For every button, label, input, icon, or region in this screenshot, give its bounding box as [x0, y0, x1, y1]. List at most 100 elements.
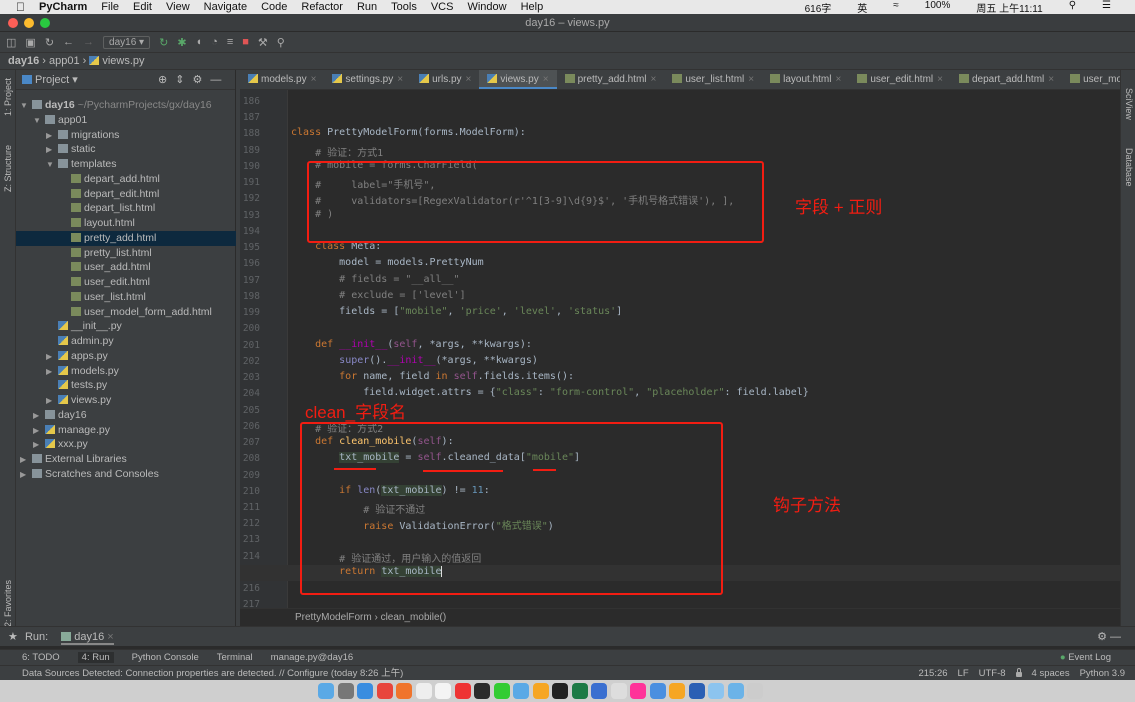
collapsed-arrow-icon[interactable]: ▶	[33, 437, 45, 452]
python-console-button[interactable]: Python Console	[132, 652, 199, 663]
project-view-select[interactable]: Project	[35, 74, 69, 86]
stop-icon[interactable]: ■	[242, 36, 249, 48]
code-line[interactable]: # 验证：方式1	[291, 144, 383, 159]
tree-item[interactable]: depart_edit.html	[16, 187, 236, 202]
gear-icon[interactable]: ⚙	[1097, 631, 1107, 643]
code-line[interactable]: for name, field in self.fields.items():	[291, 371, 574, 382]
dock-app-icon[interactable]	[669, 683, 685, 699]
menu-file[interactable]: File	[101, 1, 119, 13]
caret-position[interactable]: 215:26	[918, 667, 947, 680]
minimize-window-button[interactable]	[24, 18, 34, 28]
menu-edit[interactable]: Edit	[133, 1, 152, 13]
tree-item[interactable]: user_edit.html	[16, 275, 236, 290]
close-tab-icon[interactable]: ×	[651, 74, 657, 85]
crumb-class[interactable]: PrettyModelForm	[295, 612, 372, 623]
todo-tool-button[interactable]: 6: TODO	[22, 652, 60, 663]
close-tab-icon[interactable]: ×	[1048, 74, 1054, 85]
collapsed-arrow-icon[interactable]: ▶	[46, 364, 58, 379]
tree-item[interactable]: pretty_list.html	[16, 246, 236, 261]
tree-item[interactable]: ▶ xxx.py	[16, 437, 236, 452]
tree-item[interactable]: ▶ views.py	[16, 393, 236, 408]
tree-item[interactable]: ▶ static	[16, 142, 236, 157]
dock-app-icon[interactable]	[747, 683, 763, 699]
apple-icon[interactable]: 	[16, 0, 25, 14]
terminal-button[interactable]: Terminal	[217, 652, 253, 663]
tab-user-edit-html[interactable]: user_edit.html ×	[849, 70, 951, 89]
open-icon[interactable]: ◫	[6, 36, 16, 49]
menu-help[interactable]: Help	[521, 1, 544, 13]
dock-app-icon[interactable]	[396, 683, 412, 699]
tree-item[interactable]: ▶ apps.py	[16, 349, 236, 364]
tree-item[interactable]: user_model_form_add.html	[16, 305, 236, 320]
tab-user-list-html[interactable]: user_list.html ×	[664, 70, 762, 89]
code-line[interactable]: # exclude = ['level']	[291, 290, 465, 301]
dock-app-icon[interactable]	[630, 683, 646, 699]
dock-app-icon[interactable]	[649, 683, 666, 699]
structure-tool-tab[interactable]: Z: Structure	[3, 145, 13, 192]
python-interpreter[interactable]: Python 3.9	[1080, 667, 1125, 680]
search-icon[interactable]: ⚲	[277, 36, 285, 49]
status-message[interactable]: Data Sources Detected: Connection proper…	[22, 667, 403, 680]
line-separator[interactable]: LF	[958, 667, 969, 680]
dock-app-icon[interactable]	[376, 683, 393, 699]
breadcrumb-app01[interactable]: app01	[49, 55, 80, 67]
tree-item[interactable]: depart_list.html	[16, 201, 236, 216]
tree-item[interactable]: tests.py	[16, 378, 236, 393]
dock-app-icon[interactable]	[708, 683, 724, 699]
sync-icon[interactable]: ↻	[45, 36, 54, 49]
tab-settings-py[interactable]: settings.py ×	[324, 70, 411, 89]
dock-app-icon[interactable]	[435, 683, 451, 699]
dock-app-icon[interactable]	[337, 683, 354, 699]
expanded-arrow-icon[interactable]: ▼	[46, 157, 58, 172]
dock-app-icon[interactable]	[454, 683, 471, 699]
close-tab-icon[interactable]: ×	[397, 74, 403, 85]
menu-tools[interactable]: Tools	[391, 1, 417, 13]
tree-item[interactable]: ▶ models.py	[16, 364, 236, 379]
gear-icon[interactable]: ⚙	[192, 74, 210, 86]
forward-icon[interactable]: →	[83, 36, 94, 48]
hide-icon[interactable]: —	[1110, 631, 1121, 643]
dock-app-icon[interactable]	[552, 683, 568, 699]
close-tab-icon[interactable]: ×	[937, 74, 943, 85]
battery[interactable]: 100%	[925, 0, 951, 15]
breadcrumb-project[interactable]: day16	[8, 55, 39, 67]
tree-item[interactable]: ▼ day16 ~/PycharmProjects/gx/day16	[16, 98, 236, 113]
code-line[interactable]: def __init__(self, *args, **kwargs):	[291, 339, 532, 350]
tab-depart-add-html[interactable]: depart_add.html ×	[951, 70, 1062, 89]
close-tab-icon[interactable]: ×	[466, 74, 472, 85]
menu-run[interactable]: Run	[357, 1, 377, 13]
back-icon[interactable]: ←	[63, 36, 74, 48]
close-tab-icon[interactable]: ×	[543, 74, 549, 85]
tab-views-py[interactable]: views.py ×	[479, 70, 557, 89]
spotlight-icon[interactable]: ⚲	[1069, 0, 1076, 15]
tree-item[interactable]: pretty_add.html	[16, 230, 236, 246]
control-center-icon[interactable]: ☰	[1102, 0, 1111, 15]
expanded-arrow-icon[interactable]: ▼	[33, 113, 45, 128]
rerun-icon[interactable]: ↻	[159, 36, 168, 49]
sciview-tool-tab[interactable]: SciView	[1124, 88, 1134, 120]
menu-navigate[interactable]: Navigate	[204, 1, 247, 13]
menu-window[interactable]: Window	[467, 1, 506, 13]
dock-app-icon[interactable]	[571, 683, 588, 699]
tree-item[interactable]: ▶ Scratches and Consoles	[16, 467, 236, 482]
run-config-select[interactable]: day16 ▾	[103, 35, 151, 49]
code-line[interactable]: class PrettyModelForm(forms.ModelForm):	[291, 127, 526, 138]
save-icon[interactable]: ▣	[25, 36, 35, 49]
file-encoding[interactable]: UTF-8	[979, 667, 1006, 680]
zoom-window-button[interactable]	[40, 18, 50, 28]
tab-urls-py[interactable]: urls.py ×	[411, 70, 479, 89]
code-line[interactable]: field.widget.attrs = {"class": "form-con…	[291, 387, 809, 398]
app-menu[interactable]: PyCharm	[39, 1, 87, 13]
collapsed-arrow-icon[interactable]: ▶	[46, 393, 58, 408]
tree-item[interactable]: ▶ migrations	[16, 128, 236, 143]
lock-icon[interactable]	[1015, 668, 1022, 677]
favorites-tool-tab[interactable]: 2: Favorites	[3, 580, 13, 627]
dock-app-icon[interactable]	[318, 683, 334, 699]
indent-setting[interactable]: 4 spaces	[1032, 667, 1070, 680]
tree-item[interactable]: depart_add.html	[16, 172, 236, 187]
tree-item[interactable]: ▶ External Libraries	[16, 452, 236, 467]
tree-item[interactable]: ▼ templates	[16, 157, 236, 172]
menu-view[interactable]: View	[166, 1, 190, 13]
menu-code[interactable]: Code	[261, 1, 287, 13]
debug-icon[interactable]: ✱	[177, 36, 186, 49]
